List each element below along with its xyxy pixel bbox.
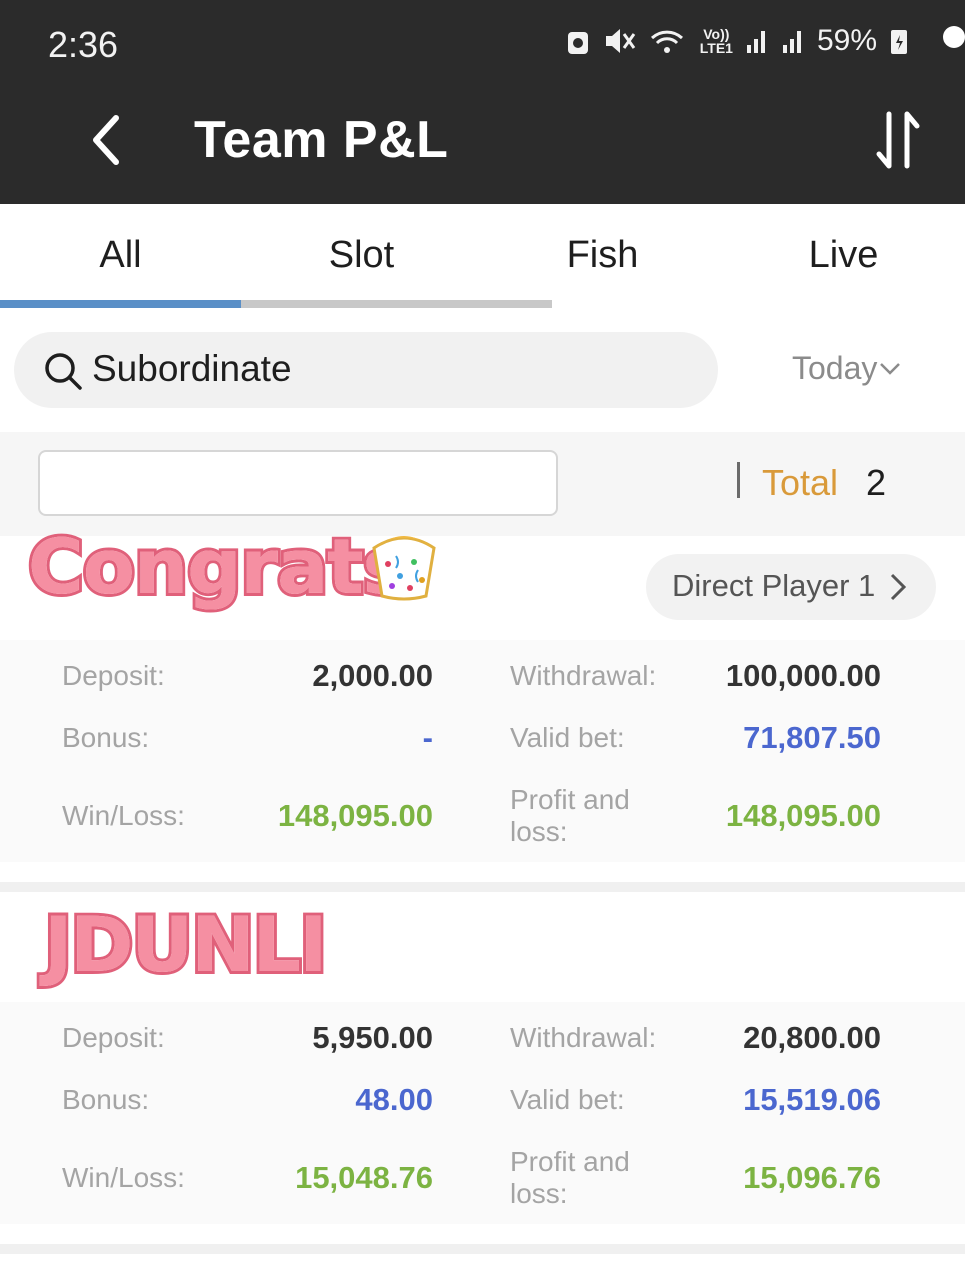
valid-bet-value: 15,519.06 xyxy=(743,1082,881,1117)
profit-label-line2: loss: xyxy=(510,816,568,847)
win-loss-value: 15,048.76 xyxy=(295,1160,433,1195)
withdrawal-value: 20,800.00 xyxy=(743,1020,881,1055)
status-icons: Vo)) LTE1 59% xyxy=(566,24,909,58)
valid-bet-value: 71,807.50 xyxy=(743,720,881,755)
valid-bet-label: Valid bet: xyxy=(510,1084,625,1115)
signal-icon-2 xyxy=(782,31,801,53)
tab-indicator xyxy=(0,300,241,308)
profit-value: 15,096.76 xyxy=(743,1160,881,1195)
tab-live[interactable]: Live xyxy=(723,234,964,277)
deposit-value: 2,000.00 xyxy=(312,658,433,693)
divider xyxy=(737,462,740,498)
network-type-label: Vo)) LTE1 xyxy=(700,27,733,55)
search-placeholder: Subordinate xyxy=(92,348,292,389)
withdrawal-value: 100,000.00 xyxy=(725,658,881,693)
volte-label: Vo)) xyxy=(703,26,730,42)
direct-player-button[interactable]: Direct Player 1 xyxy=(646,554,936,620)
bonus-label: Bonus: xyxy=(62,1084,150,1115)
tab-slot[interactable]: Slot xyxy=(241,234,482,277)
app-bar: Team P&L xyxy=(0,80,965,204)
valid-bet-label: Valid bet: xyxy=(510,722,625,753)
chevron-right-icon xyxy=(890,573,907,601)
date-filter-dropdown[interactable]: Today xyxy=(792,350,901,387)
wifi-icon xyxy=(650,30,683,53)
deposit-value: 5,950.00 xyxy=(312,1020,433,1055)
tab-fish[interactable]: Fish xyxy=(482,234,723,277)
withdrawal-label: Withdrawal: xyxy=(510,660,657,691)
deposit-label: Deposit: xyxy=(62,1022,165,1053)
page-title: Team P&L xyxy=(194,111,449,169)
date-filter-label: Today xyxy=(792,350,878,386)
account-input[interactable] xyxy=(38,450,558,516)
total-label: Total xyxy=(762,462,839,503)
win-loss-label: Win/Loss: xyxy=(62,1162,185,1193)
category-tabs: All Slot Fish Live xyxy=(0,204,965,308)
mute-icon xyxy=(605,29,635,53)
withdrawal-label: Withdrawal: xyxy=(510,1022,657,1053)
sort-icon[interactable] xyxy=(873,108,923,172)
record-card: Deposit: 5,950.00 Withdrawal: 20,800.00 … xyxy=(0,1002,965,1224)
battery-icon xyxy=(891,30,907,54)
profit-label-line1: Profit and xyxy=(510,1146,630,1177)
win-loss-value: 148,095.00 xyxy=(277,798,433,833)
total-value: 2 xyxy=(866,462,887,503)
win-loss-label: Win/Loss: xyxy=(62,800,185,831)
congrats-sticker: Congrats xyxy=(25,519,411,614)
profit-label-line2: loss: xyxy=(510,1178,568,1209)
signal-icon-1 xyxy=(746,31,765,53)
party-popper-icon xyxy=(372,536,436,601)
back-arrow-icon[interactable] xyxy=(82,110,132,170)
deposit-label: Deposit: xyxy=(62,660,165,691)
battery-percent: 59% xyxy=(816,24,877,57)
chevron-down-icon xyxy=(880,362,901,375)
record-card: Deposit: 2,000.00 Withdrawal: 100,000.00… xyxy=(0,640,965,862)
jdunli-sticker: JDUNLI xyxy=(41,897,330,992)
profit-label-line1: Profit and xyxy=(510,784,630,815)
camera-dot xyxy=(943,26,965,48)
tab-all[interactable]: All xyxy=(0,234,241,277)
bonus-label: Bonus: xyxy=(62,722,150,753)
bonus-value: 48.00 xyxy=(355,1082,433,1117)
search-input[interactable]: Subordinate xyxy=(14,332,718,408)
notification-icon xyxy=(567,32,588,54)
status-bar: 2:36 Vo)) LTE1 59% xyxy=(0,0,965,80)
lte-label: LTE1 xyxy=(699,40,733,56)
summary-row: Total 2 xyxy=(0,432,965,536)
search-icon xyxy=(45,353,82,390)
bonus-value: - xyxy=(422,720,433,755)
status-time: 2:36 xyxy=(48,24,119,65)
card-separator xyxy=(0,882,965,892)
profit-value: 148,095.00 xyxy=(725,798,881,833)
direct-player-label: Direct Player 1 xyxy=(672,568,876,603)
card-separator xyxy=(0,1244,965,1254)
